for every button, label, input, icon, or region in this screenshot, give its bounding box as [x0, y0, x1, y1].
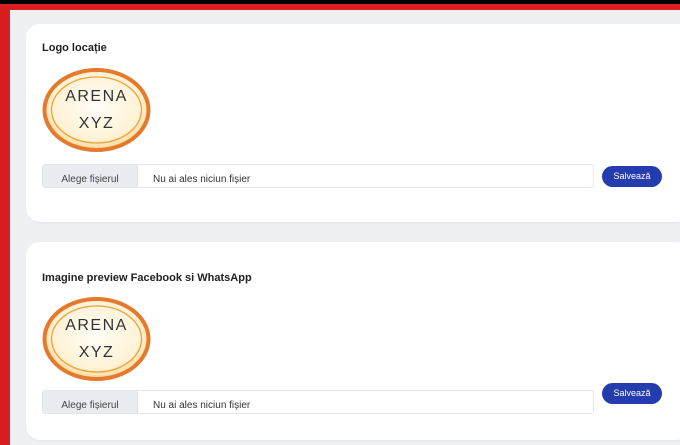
save-button[interactable]: Salvează: [602, 383, 662, 404]
logo-line-1: ARENA: [65, 317, 128, 334]
save-button[interactable]: Salvează: [602, 166, 662, 187]
arena-logo: ARENA XYZ: [42, 68, 151, 152]
file-input[interactable]: Alege fișierul Nu ai ales niciun fișier: [42, 390, 594, 414]
facebook-whatsapp-preview-card: Imagine preview Facebook si WhatsApp ARE…: [26, 242, 680, 440]
file-status: Nu ai ales niciun fișier: [153, 400, 251, 411]
logo-line-1: ARENA: [65, 88, 128, 105]
section-title: Logo locație: [42, 42, 107, 54]
arena-logo: ARENA XYZ: [42, 297, 151, 381]
file-input[interactable]: Alege fișierul Nu ai ales niciun fișier: [42, 164, 594, 188]
logo-line-2: XYZ: [79, 115, 115, 132]
logo-section-card: Logo locație ARENA XYZ Alege fișierul Nu…: [26, 24, 680, 222]
choose-file-button[interactable]: Alege fișierul: [43, 165, 138, 187]
file-status: Nu ai ales niciun fișier: [153, 174, 251, 185]
page-content: Logo locație ARENA XYZ Alege fișierul Nu…: [10, 10, 680, 445]
section-title: Imagine preview Facebook si WhatsApp: [42, 272, 252, 284]
choose-file-button[interactable]: Alege fișierul: [43, 391, 138, 413]
logo-line-2: XYZ: [79, 344, 115, 361]
